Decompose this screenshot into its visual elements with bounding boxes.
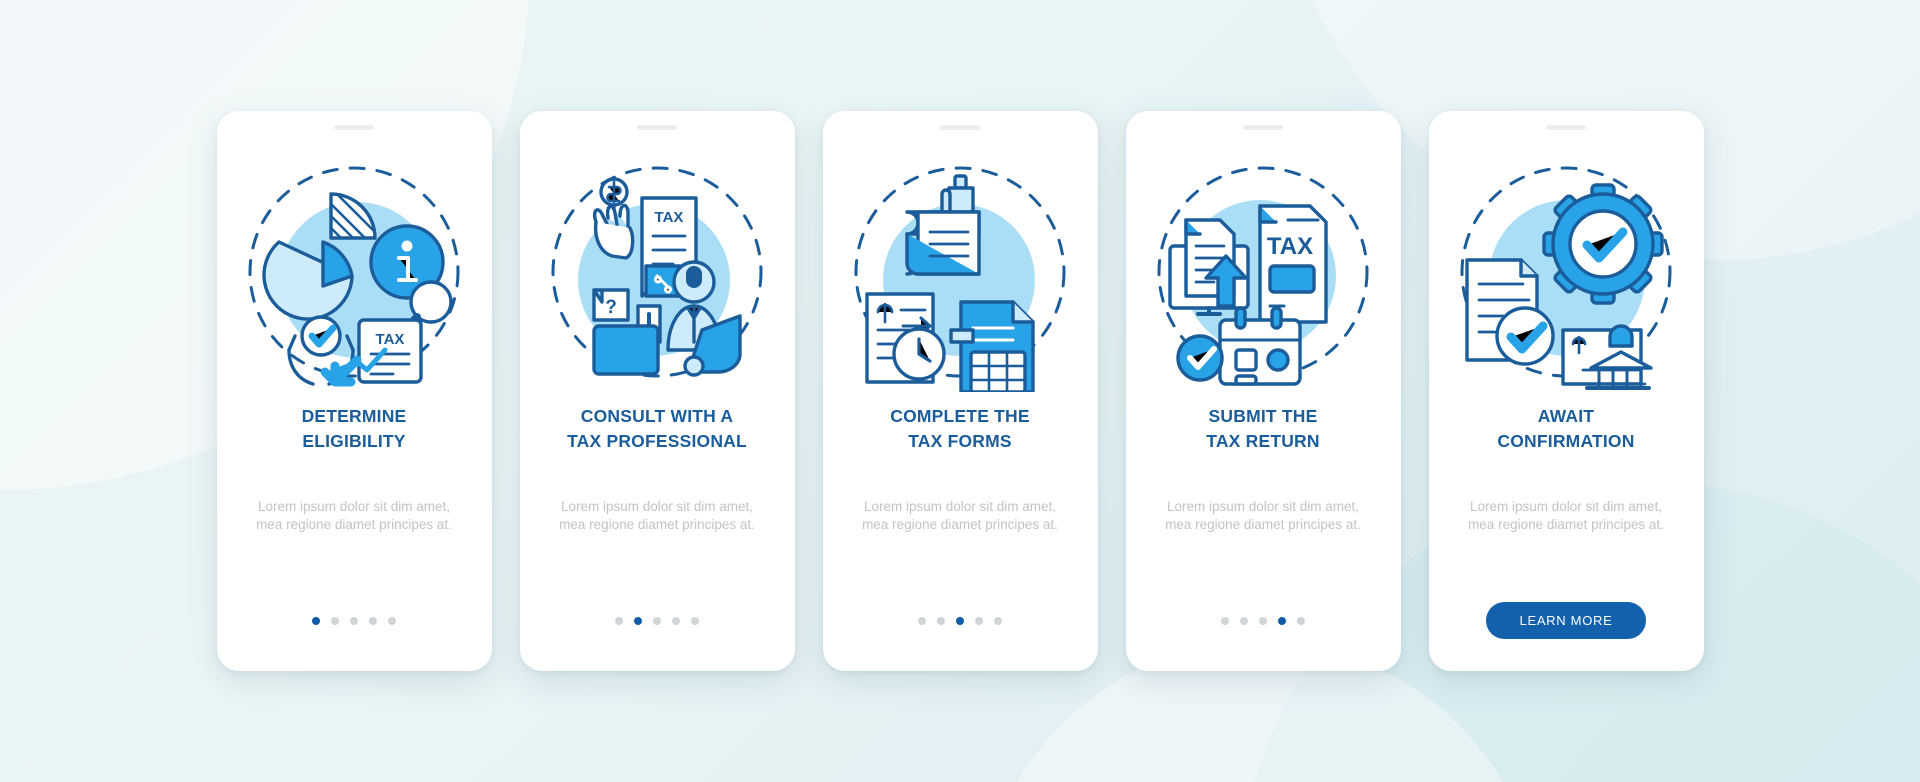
card-body-text: Lorem ipsum dolor sit dim amet, mea regi…: [1468, 498, 1664, 533]
pagination-dot-1[interactable]: [1221, 617, 1229, 625]
learn-more-button[interactable]: LEARN MORE: [1485, 602, 1647, 639]
phone-speaker-notch: [637, 125, 677, 130]
phone-speaker-notch: [940, 125, 980, 130]
phone-speaker-notch: [334, 125, 374, 130]
card-title: AWAIT CONFIRMATION: [1497, 406, 1635, 451]
pagination-dot-3[interactable]: [653, 617, 661, 625]
card-footer: [1221, 603, 1305, 639]
pagination-dot-5[interactable]: [388, 617, 396, 625]
pie-chart-info-tax-illustration: TAX: [248, 166, 460, 387]
onboarding-card-4[interactable]: TAX SUBMIT THE TAX RETURN Lorem ipsum do…: [1125, 111, 1401, 671]
gear-check-icon: [1542, 183, 1664, 305]
pagination-dot-2[interactable]: [1240, 617, 1248, 625]
card-title: CONSULT WITH A TAX PROFESSIONAL: [567, 406, 747, 451]
card-footer: [312, 603, 396, 639]
onboarding-screens-row: TAX DETERMINE ELIGIBILITY Lorem ipsum do…: [0, 0, 1920, 782]
pagination-dot-2[interactable]: [937, 617, 945, 625]
pagination-dot-3[interactable]: [956, 617, 964, 625]
svg-text:TAX: TAX: [376, 331, 405, 348]
card-title: COMPLETE THE TAX FORMS: [890, 406, 1030, 451]
pagination-dots: [1221, 617, 1305, 625]
pagination-dot-3[interactable]: [350, 617, 358, 625]
pen-icon: [953, 174, 968, 190]
onboarding-card-1[interactable]: TAX DETERMINE ELIGIBILITY Lorem ipsum do…: [216, 111, 492, 671]
svg-text:TAX: TAX: [655, 209, 684, 226]
svg-text:TAX: TAX: [1267, 233, 1313, 260]
pagination-dot-4[interactable]: [672, 617, 680, 625]
pagination-dots: [312, 617, 396, 625]
card-body-text: Lorem ipsum dolor sit dim amet, mea regi…: [559, 498, 755, 533]
fill-tax-forms-illustration: [854, 166, 1066, 392]
pagination-dot-5[interactable]: [994, 617, 1002, 625]
card-footer: LEARN MORE: [1485, 602, 1647, 639]
pagination-dot-5[interactable]: [1297, 617, 1305, 625]
tax-advisor-illustration: TAX ?: [551, 166, 763, 378]
card-body-text: Lorem ipsum dolor sit dim amet, mea regi…: [862, 498, 1058, 533]
card-body-text: Lorem ipsum dolor sit dim amet, mea regi…: [256, 498, 452, 533]
card-footer: [615, 603, 699, 639]
card-title: SUBMIT THE TAX RETURN: [1206, 406, 1320, 451]
pagination-dot-5[interactable]: [691, 617, 699, 625]
onboarding-card-3[interactable]: COMPLETE THE TAX FORMS Lorem ipsum dolor…: [822, 111, 1098, 671]
phone-speaker-notch: [1546, 125, 1586, 130]
onboarding-card-2[interactable]: TAX ? CONSULT WITH A TAX PROFESSIONAL Lo…: [519, 111, 795, 671]
pagination-dot-4[interactable]: [369, 617, 377, 625]
card-title: DETERMINE ELIGIBILITY: [301, 406, 407, 451]
pagination-dot-2[interactable]: [331, 617, 339, 625]
pagination-dots: [615, 617, 699, 625]
pagination-dot-1[interactable]: [615, 617, 623, 625]
pagination-dot-2[interactable]: [634, 617, 642, 625]
pagination-dot-1[interactable]: [312, 617, 320, 625]
pagination-dot-3[interactable]: [1259, 617, 1267, 625]
confirmation-illustration: [1460, 166, 1672, 390]
svg-text:?: ?: [605, 297, 617, 318]
card-body-text: Lorem ipsum dolor sit dim amet, mea regi…: [1165, 498, 1361, 533]
pagination-dot-4[interactable]: [975, 617, 983, 625]
pagination-dots: [918, 617, 1002, 625]
card-footer: [918, 603, 1002, 639]
pagination-dot-4[interactable]: [1278, 617, 1286, 625]
pagination-dot-1[interactable]: [918, 617, 926, 625]
onboarding-card-5[interactable]: AWAIT CONFIRMATION Lorem ipsum dolor sit…: [1428, 111, 1704, 671]
submit-tax-return-illustration: TAX: [1157, 166, 1369, 386]
calendar-icon: [1218, 318, 1302, 386]
phone-speaker-notch: [1243, 125, 1283, 130]
